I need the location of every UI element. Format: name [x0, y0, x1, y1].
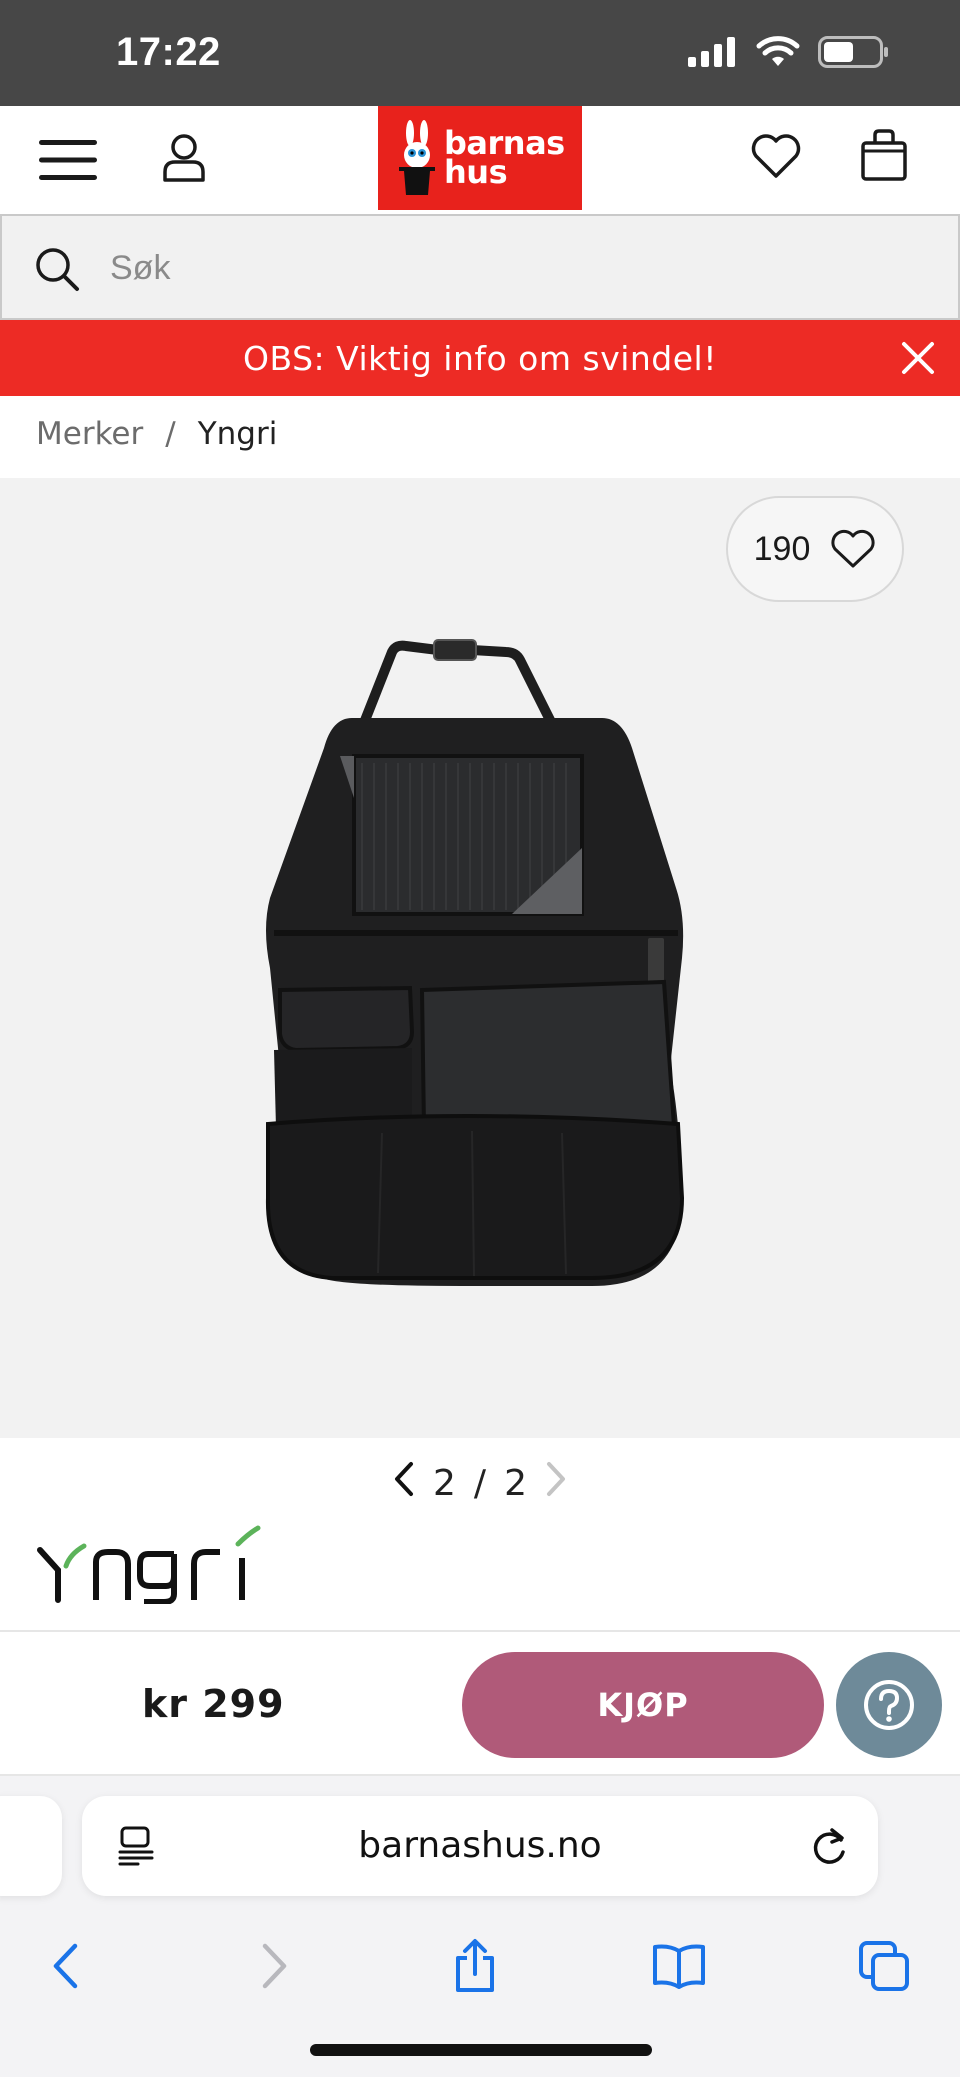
search-input[interactable] — [110, 246, 910, 290]
product-gallery[interactable]: 190 — [0, 478, 960, 1438]
wifi-icon — [756, 36, 800, 66]
alert-text: OBS: Viktig info om svindel! — [243, 338, 717, 378]
hamburger-menu-icon — [39, 140, 97, 180]
brand-logo-yngri[interactable] — [36, 1524, 286, 1609]
cellular-signal-icon — [688, 37, 735, 67]
gallery-pager: 2 / 2 — [0, 1458, 960, 1508]
breadcrumb-current: Yngri — [197, 416, 278, 452]
site-header: barnas hus — [0, 106, 960, 214]
browser-forward-button[interactable] — [240, 1934, 310, 1998]
favorite-button[interactable]: 190 — [726, 496, 904, 602]
reload-icon[interactable] — [808, 1824, 850, 1868]
status-icons — [688, 36, 890, 68]
search-bar — [0, 214, 960, 320]
chevron-right-icon — [546, 1461, 565, 1496]
browser-chrome: barnashus.no — [0, 1776, 960, 2077]
breadcrumb: Merker / Yngri — [36, 416, 277, 452]
status-time: 17:22 — [116, 30, 221, 74]
url-text: barnashus.no — [358, 1825, 602, 1866]
favorite-count: 190 — [753, 529, 811, 568]
browser-toolbar — [0, 1916, 960, 2016]
close-icon — [902, 342, 934, 374]
home-indicator — [310, 2044, 652, 2056]
product-image-seat-organizer — [265, 639, 685, 1286]
previous-tab-preview[interactable] — [0, 1796, 62, 1896]
fraud-alert-banner[interactable]: OBS: Viktig info om svindel! — [0, 320, 960, 396]
tabs-button[interactable] — [850, 1934, 920, 1998]
brand-wordmark — [37, 1525, 261, 1605]
alert-close-button[interactable] — [896, 336, 940, 380]
purchase-bar: kr 299 KJØP — [0, 1630, 960, 1776]
chevron-left-icon — [395, 1461, 414, 1496]
heart-outline-icon — [831, 529, 875, 568]
tabs-overview-icon — [859, 1941, 909, 1991]
product-price: kr 299 — [142, 1682, 285, 1726]
prev-image-button[interactable] — [393, 1461, 415, 1506]
pager-total: 2 — [504, 1462, 527, 1504]
logo-text: barnas hus — [444, 127, 565, 191]
book-icon — [653, 1944, 705, 1989]
menu-button[interactable] — [36, 132, 100, 188]
search-icon — [36, 248, 79, 291]
bookmarks-button[interactable] — [644, 1934, 714, 1998]
pager-current: 2 — [433, 1462, 456, 1504]
browser-back-button[interactable] — [30, 1934, 100, 1998]
pager-separator: / — [473, 1462, 487, 1504]
address-bar[interactable]: barnashus.no — [82, 1796, 878, 1896]
shopping-bag-icon — [861, 129, 907, 181]
help-question-icon — [864, 1680, 914, 1730]
cart-button[interactable] — [858, 126, 910, 184]
share-button[interactable] — [440, 1934, 510, 1998]
bunny-logo-icon — [399, 120, 435, 195]
status-bar: 17:22 — [0, 0, 960, 106]
account-button[interactable] — [158, 128, 210, 186]
breadcrumb-separator: / — [165, 416, 176, 452]
share-icon — [456, 1939, 494, 1992]
breadcrumb-link-merker[interactable]: Merker — [36, 416, 143, 452]
next-image-button[interactable] — [545, 1461, 567, 1506]
battery-icon — [818, 36, 888, 68]
heart-icon — [751, 134, 801, 178]
back-arrow-icon — [53, 1943, 78, 1989]
buy-button[interactable]: KJØP — [462, 1652, 824, 1758]
forward-arrow-icon — [262, 1943, 287, 1989]
help-button[interactable] — [836, 1652, 942, 1758]
wishlist-button[interactable] — [748, 128, 804, 184]
logo-text-line2: hus — [444, 153, 508, 191]
site-logo[interactable]: barnas hus — [378, 106, 582, 210]
user-icon — [163, 134, 205, 182]
